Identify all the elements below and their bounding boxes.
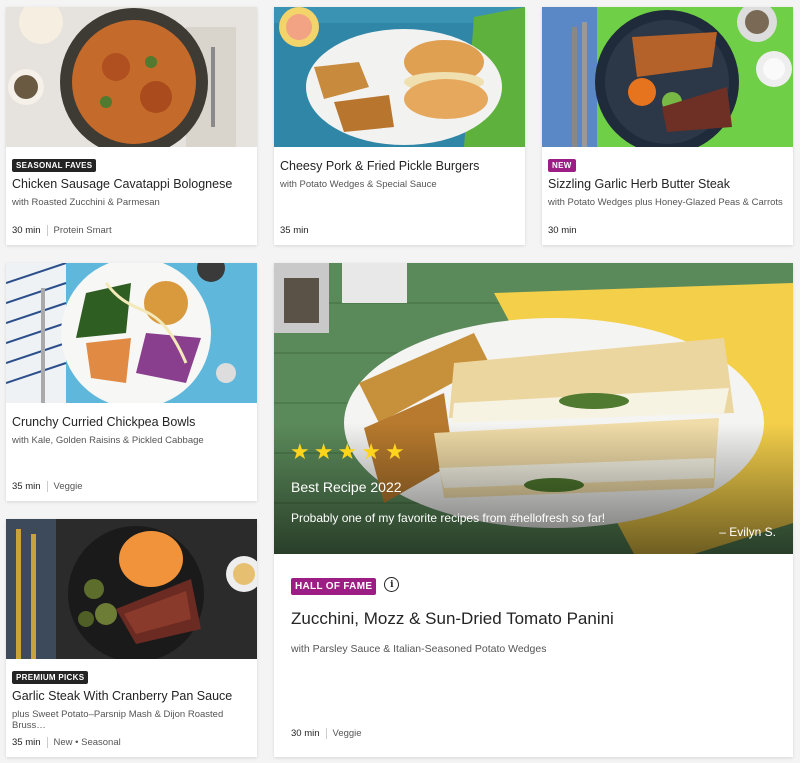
cook-time: 35 min bbox=[12, 481, 41, 492]
recipe-title[interactable]: Crunchy Curried Chickpea Bowls bbox=[12, 415, 251, 429]
recipe-card[interactable]: SEASONAL FAVES Chicken Sausage Cavatappi… bbox=[6, 7, 257, 245]
divider bbox=[46, 481, 48, 492]
recipe-subtitle: with Potato Wedges & Special Sauce bbox=[280, 179, 437, 190]
divider bbox=[46, 737, 48, 748]
star-icon: ★ bbox=[313, 439, 334, 464]
cook-time: 35 min bbox=[12, 737, 41, 748]
star-icon: ★ bbox=[384, 439, 405, 464]
recipe-card[interactable]: NEW Sizzling Garlic Herb Butter Steak wi… bbox=[542, 7, 793, 245]
hall-of-fame-badge: HALL OF FAME bbox=[291, 578, 377, 595]
recipe-tag: New • Seasonal bbox=[53, 737, 121, 748]
cook-time: 30 min bbox=[548, 225, 577, 236]
divider bbox=[325, 728, 327, 739]
cook-time: 35 min bbox=[280, 225, 309, 236]
recipe-subtitle: plus Sweet Potato–Parsnip Mash & Dijon R… bbox=[12, 709, 224, 731]
cook-time: 30 min bbox=[12, 225, 41, 236]
recipe-image bbox=[6, 7, 257, 147]
review-quote: Probably one of my favorite recipes from… bbox=[291, 511, 606, 525]
featured-recipe-image: ★ ★ ★ ★ ★ Best Recipe 2022 Probably one … bbox=[274, 263, 793, 554]
recipe-image bbox=[6, 263, 257, 403]
featured-recipe-title[interactable]: Zucchini, Mozz & Sun-Dried Tomato Panini bbox=[291, 609, 776, 629]
rating-stars: ★ ★ ★ ★ ★ bbox=[290, 441, 405, 463]
recipe-title[interactable]: Cheesy Pork & Fried Pickle Burgers bbox=[280, 159, 519, 173]
recipe-tag: Veggie bbox=[332, 728, 362, 739]
info-icon[interactable]: i bbox=[384, 577, 400, 593]
star-icon: ★ bbox=[361, 439, 381, 464]
recipe-tag: Veggie bbox=[53, 481, 83, 492]
category-badge: SEASONAL FAVES bbox=[12, 159, 97, 172]
recipe-card[interactable]: PREMIUM PICKS Garlic Steak With Cranberr… bbox=[6, 519, 257, 757]
recipe-tag: Protein Smart bbox=[53, 225, 112, 236]
recipe-subtitle: with Kale, Golden Raisins & Pickled Cabb… bbox=[12, 435, 204, 446]
recipe-subtitle: with Potato Wedges plus Honey-Glazed Pea… bbox=[548, 197, 783, 208]
recipe-title[interactable]: Garlic Steak With Cranberry Pan Sauce bbox=[12, 689, 251, 703]
recipe-image bbox=[6, 519, 257, 659]
recipe-image bbox=[542, 7, 793, 147]
cook-time: 30 min bbox=[291, 728, 320, 739]
recipe-card[interactable]: Crunchy Curried Chickpea Bowls with Kale… bbox=[6, 263, 257, 501]
recipe-card[interactable]: Cheesy Pork & Fried Pickle Burgers with … bbox=[274, 7, 525, 245]
review-author: – Evilyn S. bbox=[719, 525, 776, 539]
featured-recipe-subtitle: with Parsley Sauce & Italian-Seasoned Po… bbox=[291, 643, 547, 655]
featured-recipe-card[interactable]: ★ ★ ★ ★ ★ Best Recipe 2022 Probably one … bbox=[274, 263, 793, 757]
award-title: Best Recipe 2022 bbox=[291, 479, 402, 495]
recipe-title[interactable]: Chicken Sausage Cavatappi Bolognese bbox=[12, 177, 251, 191]
star-icon: ★ bbox=[290, 439, 310, 464]
recipe-title[interactable]: Sizzling Garlic Herb Butter Steak bbox=[548, 177, 787, 191]
divider bbox=[46, 225, 48, 236]
star-icon: ★ bbox=[337, 439, 358, 464]
category-badge: PREMIUM PICKS bbox=[12, 671, 89, 684]
recipe-image bbox=[274, 7, 525, 147]
recipe-subtitle: with Roasted Zucchini & Parmesan bbox=[12, 197, 160, 208]
new-badge: NEW bbox=[548, 159, 576, 172]
